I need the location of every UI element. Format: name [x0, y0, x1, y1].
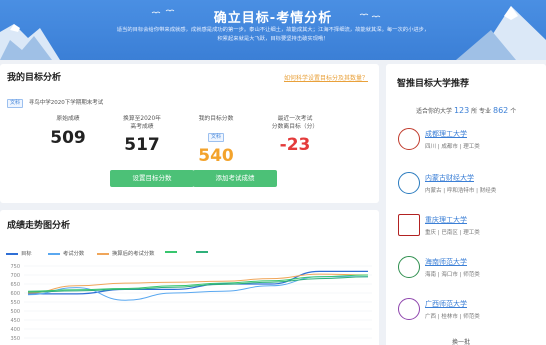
stat-value: 517: [124, 135, 160, 155]
stat-label: 原始成绩: [56, 116, 80, 122]
recommend-item[interactable]: 重庆理工大学 重庆 | 巴南区 | 理工类: [398, 214, 538, 250]
exam-name: 寻鸟中学2020下学期期末考试: [28, 100, 104, 106]
university-name[interactable]: 内蒙古财经大学: [425, 173, 474, 183]
y-tick-label: 600: [10, 291, 20, 297]
legend-item-series5[interactable]: [196, 249, 211, 255]
y-tick-label: 500: [10, 309, 20, 315]
legend-swatch: [48, 252, 60, 255]
legend-item-target[interactable]: 目标: [6, 249, 32, 257]
stat-label: 我的目标分数: [198, 116, 234, 122]
series-line-2: [27, 276, 368, 301]
recommend-item[interactable]: 广西师范大学 广西 | 桂林市 | 师范类: [398, 298, 538, 334]
stat-label: 分数离目标（分）: [271, 124, 319, 130]
y-tick-label: 350: [10, 336, 20, 342]
hero-subtitle: 适当的目标会给你带来成就感，成就感是成功的第一步。泰山不让细土，故能成其大；江海…: [70, 26, 476, 44]
summary-text: 所 专业: [471, 108, 492, 115]
university-name[interactable]: 重庆理工大学: [425, 215, 467, 225]
legend-swatch: [196, 250, 208, 253]
legend-label: 考试分数: [63, 251, 85, 257]
university-meta: 重庆 | 巴南区 | 理工类: [425, 230, 480, 236]
recommend-item[interactable]: 海南师范大学 海南 | 海口市 | 师范类: [398, 256, 538, 292]
university-logo-icon: [398, 172, 420, 194]
stat-value: 540: [198, 146, 234, 166]
stat-label: 最近一次考试: [277, 116, 313, 122]
university-name[interactable]: 广西师范大学: [425, 299, 467, 309]
legend-swatch: [6, 252, 18, 255]
y-tick-label: 650: [10, 282, 20, 288]
university-logo-icon: [398, 214, 420, 236]
set-target-button[interactable]: 设置目标分数: [110, 170, 194, 187]
stat-raw-score: 原始成绩 509: [40, 115, 96, 148]
trend-title: 成绩走势图分析: [7, 221, 71, 231]
recommend-item[interactable]: 成都理工大学 四川 | 成都市 | 理工类: [398, 128, 538, 164]
hero-title: 确立目标-考情分析: [213, 11, 333, 26]
university-logo-icon: [398, 128, 420, 150]
legend-swatch: [165, 250, 177, 253]
exam-info: 文科 寻鸟中学2020下学期期末考试: [7, 98, 103, 108]
stat-converted-score: 换算至2020年 高考成绩 517: [112, 115, 172, 155]
stat-gap-score: 最近一次考试 分数离目标（分） -23: [260, 115, 330, 155]
series-line-4: [27, 274, 369, 292]
legend-item-series4[interactable]: [165, 249, 180, 255]
help-link[interactable]: 如何科学设置目标分及其数量？: [284, 73, 368, 82]
summary-text: 个: [510, 108, 517, 115]
summary-text: 适合你的大学: [416, 108, 453, 115]
stat-value: 509: [50, 128, 86, 148]
legend-label: 换算后的考试分数: [112, 251, 155, 257]
university-name[interactable]: 成都理工大学: [425, 129, 467, 139]
stat-value: -23: [279, 135, 311, 155]
recommend-item[interactable]: 内蒙古财经大学 内蒙古 | 呼和浩特市 | 财经类: [398, 172, 538, 208]
hero-subtitle-line: 适当的目标会给你带来成就感，成就感是成功的第一步。泰山不让细土，故能成其大；江海…: [116, 27, 430, 33]
university-meta: 海南 | 海口市 | 师范类: [425, 272, 480, 278]
subject-tag: 文科: [7, 99, 24, 108]
y-tick-label: 400: [10, 327, 20, 333]
y-tick-label: 750: [10, 264, 20, 270]
legend-item-exam[interactable]: 考试分数: [48, 249, 84, 257]
recommend-summary: 适合你的大学 123 所 专业 862 个: [416, 106, 516, 115]
add-exam-button[interactable]: 添加考试成绩: [193, 170, 277, 187]
legend-item-converted[interactable]: 换算后的考试分数: [97, 249, 154, 257]
target-subject-tag: 文科: [207, 133, 224, 142]
refresh-button[interactable]: 换一批: [452, 337, 470, 345]
legend-swatch: [97, 252, 109, 255]
y-tick-label: 700: [10, 273, 20, 279]
major-count: 862: [492, 106, 509, 115]
university-meta: 四川 | 成都市 | 理工类: [425, 144, 480, 150]
university-meta: 广西 | 桂林市 | 师范类: [425, 314, 480, 320]
target-analysis-title: 我的目标分析: [7, 73, 62, 83]
hero-subtitle-line: 积累起来就是大飞跃，目标要坚持击破实现哦！: [217, 36, 329, 42]
y-tick-label: 450: [10, 318, 20, 324]
university-logo-icon: [398, 256, 420, 278]
legend-label: 目标: [21, 251, 32, 257]
y-tick-label: 550: [10, 300, 20, 306]
university-meta: 内蒙古 | 呼和浩特市 | 财经类: [425, 188, 497, 194]
hero-banner: 确立目标-考情分析 适当的目标会给你带来成就感，成就感是成功的第一步。泰山不让细…: [0, 0, 546, 60]
stat-label: 高考成绩: [130, 124, 154, 130]
stat-target-score: 我的目标分数 文科 540: [186, 115, 246, 166]
trend-chart: 750700650600550500450400350300: [10, 264, 372, 342]
school-count: 123: [453, 106, 470, 115]
stat-label: 换算至2020年: [123, 116, 161, 122]
recommend-title: 智推目标大学推荐: [397, 79, 470, 89]
university-logo-icon: [398, 298, 420, 320]
university-name[interactable]: 海南师范大学: [425, 257, 467, 267]
